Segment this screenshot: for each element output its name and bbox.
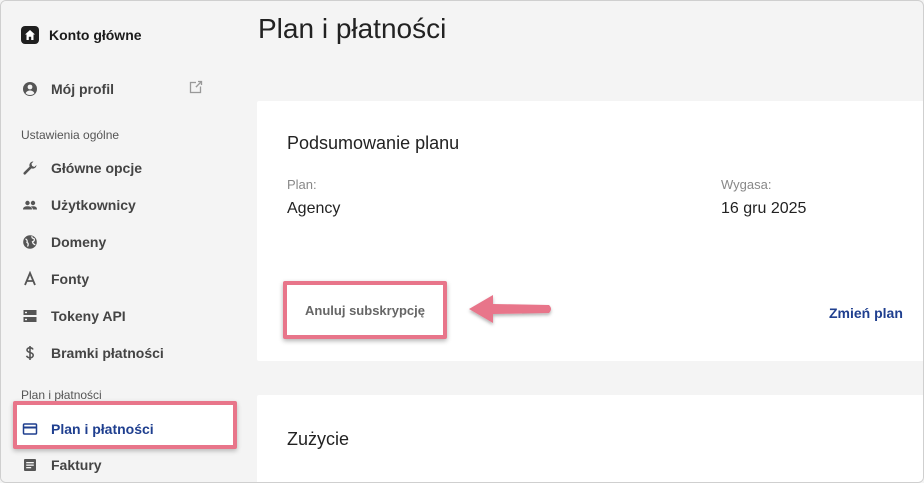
sidebar-item-main-options[interactable]: Główne opcje	[21, 156, 221, 180]
credit-card-icon	[21, 420, 39, 438]
cancel-highlight: Anuluj subskrypcję	[283, 281, 447, 339]
external-link-icon[interactable]	[189, 80, 203, 97]
page-title: Plan i płatności	[258, 13, 447, 44]
sidebar-item-fonts[interactable]: Fonty	[21, 267, 221, 291]
plan-label: Plan:	[287, 177, 317, 192]
sidebar-item-label: Plan i płatności	[51, 421, 154, 437]
plan-summary-card: Podsumowanie planu Plan: Agency Wygasa: …	[257, 101, 923, 361]
sidebar-item-profile[interactable]: Mój profil	[21, 77, 221, 101]
sidebar-item-label: Użytkownicy	[51, 197, 136, 213]
sidebar-item-label: Tokeny API	[51, 308, 126, 324]
expires-label: Wygasa:	[721, 177, 772, 192]
document-icon	[21, 456, 39, 474]
home-icon	[21, 26, 39, 44]
sidebar-item-domains[interactable]: Domeny	[21, 230, 221, 254]
expires-value: 16 gru 2025	[721, 200, 807, 217]
sidebar-item-label: Faktury	[51, 457, 102, 473]
server-icon	[21, 307, 39, 325]
sidebar-item-label: Fonty	[51, 271, 90, 287]
sidebar-item-label: Bramki płatności	[51, 345, 164, 361]
user-circle-icon	[21, 80, 39, 98]
sidebar-item-invoices[interactable]: Faktury	[21, 453, 221, 477]
section-label-general: Ustawienia ogólne	[21, 128, 120, 142]
sidebar-item-label: Główne opcje	[51, 160, 143, 176]
cancel-subscription-button[interactable]: Anuluj subskrypcję	[305, 303, 425, 318]
dollar-icon	[21, 344, 39, 362]
arrow-annotation-icon	[469, 295, 551, 323]
sidebar-item-label: Domeny	[51, 234, 107, 250]
section-label-plan: Plan i płatności	[21, 388, 102, 402]
sidebar-item-plan-billing[interactable]: Plan i płatności	[21, 417, 221, 441]
sidebar-item-api-tokens[interactable]: Tokeny API	[21, 304, 221, 328]
sidebar-item-label: Mój profil	[51, 81, 114, 97]
sidebar: Konto główne Mój profil Ustawienia ogóln…	[1, 1, 237, 482]
plan-value: Agency	[287, 200, 341, 217]
app-frame: Konto główne Mój profil Ustawienia ogóln…	[0, 0, 924, 483]
sidebar-item-users[interactable]: Użytkownicy	[21, 193, 221, 217]
users-icon	[21, 196, 39, 214]
sidebar-item-payment-gateways[interactable]: Bramki płatności	[21, 341, 221, 365]
account-label: Konto główne	[49, 27, 142, 43]
usage-title: Zużycie	[287, 429, 350, 449]
font-icon	[21, 270, 39, 288]
change-plan-link[interactable]: Zmień plan	[829, 305, 903, 321]
usage-card: Zużycie	[257, 395, 923, 482]
account-header[interactable]: Konto główne	[21, 25, 142, 45]
globe-icon	[21, 233, 39, 251]
wrench-icon	[21, 159, 39, 177]
plan-summary-title: Podsumowanie planu	[287, 133, 460, 153]
